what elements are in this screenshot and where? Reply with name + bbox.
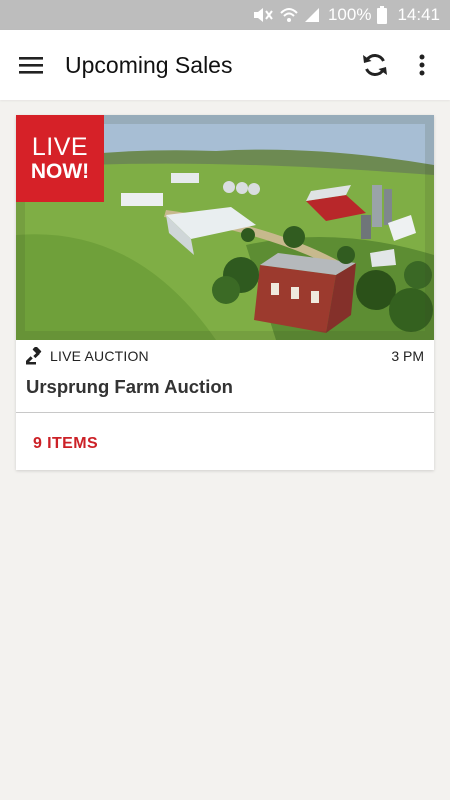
signal-icon [304, 7, 320, 23]
live-badge-line2: NOW! [30, 159, 90, 183]
battery-percent: 100% [327, 5, 372, 24]
overflow-menu-icon [419, 54, 425, 76]
items-count-link[interactable]: 9 ITEMS [33, 435, 98, 453]
menu-icon [19, 57, 43, 74]
sale-title: Ursprung Farm Auction [26, 376, 233, 397]
gavel-icon [26, 347, 42, 365]
wifi-icon [280, 7, 298, 23]
app-bar: Upcoming Sales [0, 30, 450, 100]
live-now-badge: LIVE NOW! [16, 115, 104, 202]
sale-meta: LIVE AUCTION 3 PM [16, 340, 434, 372]
overflow-menu-button[interactable] [412, 48, 432, 82]
auction-type: LIVE AUCTION [50, 348, 149, 364]
status-bar: 100% 14:41 [0, 0, 450, 30]
clock: 14:41 [397, 5, 440, 24]
mute-icon [252, 7, 274, 23]
auction-time: 3 PM [391, 348, 424, 364]
battery-icon [377, 6, 388, 24]
page-title: Upcoming Sales [65, 51, 233, 78]
sale-card[interactable]: LIVE NOW! LIVE AUCTION 3 PM Ursprung Far… [16, 115, 434, 470]
sale-footer: 9 ITEMS [16, 413, 434, 475]
refresh-button[interactable] [358, 48, 392, 82]
menu-button[interactable] [16, 50, 46, 80]
live-badge-line1: LIVE [31, 132, 89, 161]
refresh-icon [363, 54, 387, 76]
sale-image: LIVE NOW! [16, 115, 434, 340]
